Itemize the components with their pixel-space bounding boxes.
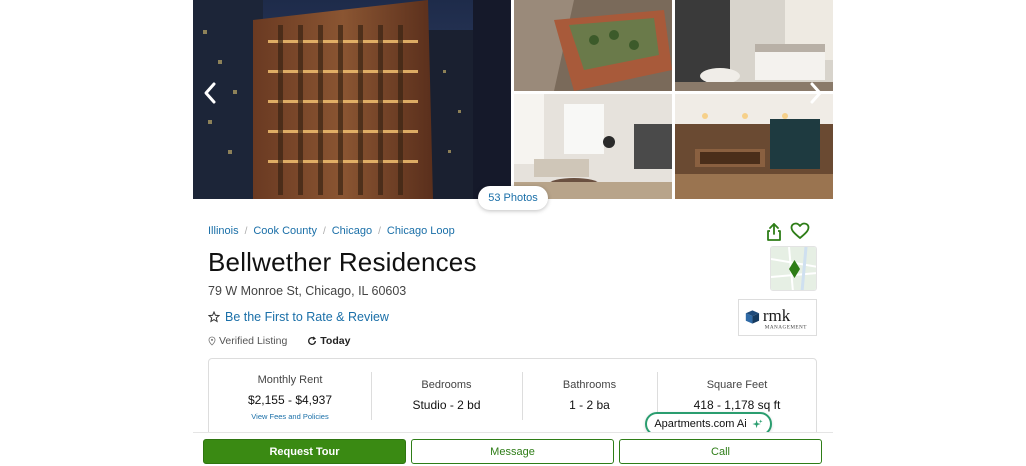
sqft-label: Square Feet — [706, 379, 768, 391]
share-icon[interactable] — [765, 222, 783, 242]
sparkle-icon — [752, 418, 763, 428]
bedrooms-label: Bedrooms — [421, 379, 472, 391]
breadcrumb-neighborhood[interactable]: Chicago Loop — [387, 225, 455, 237]
aerial-rooftop-photo[interactable] — [514, 0, 672, 91]
location-pin-icon — [208, 336, 216, 346]
photo-gallery[interactable] — [193, 0, 833, 200]
logo-subtext: MANAGEMENT — [765, 324, 808, 330]
next-photo-button[interactable] — [801, 78, 831, 108]
breadcrumb: Illinois / Cook County / Chicago / Chica… — [208, 225, 455, 237]
rent-value: $2,155 - $4,937 — [247, 393, 333, 407]
property-title: Bellwether Residences — [208, 247, 477, 277]
message-button[interactable]: Message — [411, 439, 614, 464]
bedrooms-stat: Bedrooms Studio - 2 bd — [371, 359, 522, 439]
main-building-photo[interactable] — [193, 0, 511, 199]
photo-count-button[interactable]: 53 Photos — [478, 186, 548, 210]
breadcrumb-separator: / — [322, 225, 326, 237]
favorite-heart-icon[interactable] — [790, 222, 810, 240]
breadcrumb-county[interactable]: Cook County — [253, 225, 317, 237]
breadcrumb-state[interactable]: Illinois — [208, 225, 239, 237]
chevron-right-icon — [810, 82, 822, 104]
rate-review-label: Be the First to Rate & Review — [225, 310, 389, 324]
updated-today: Today — [307, 335, 350, 347]
star-outline-icon — [208, 311, 220, 323]
map-thumbnail[interactable] — [770, 246, 817, 291]
bedrooms-value: Studio - 2 bd — [412, 398, 481, 412]
previous-photo-button[interactable] — [195, 78, 225, 108]
monthly-rent-stat: Monthly Rent $2,155 - $4,937 View Fees a… — [209, 359, 371, 439]
call-button[interactable]: Call — [619, 439, 822, 464]
map-pin-icon — [771, 247, 816, 290]
chevron-left-icon — [204, 82, 216, 104]
refresh-icon — [308, 336, 317, 345]
property-manager-logo: rmk MANAGEMENT — [738, 299, 817, 336]
game-room-photo[interactable] — [675, 94, 833, 199]
breadcrumb-separator: / — [378, 225, 381, 237]
bathrooms-stat: Bathrooms 1 - 2 ba — [522, 359, 657, 439]
rate-review-link[interactable]: Be the First to Rate & Review — [208, 310, 389, 324]
view-fees-link[interactable]: View Fees and Policies — [209, 412, 371, 421]
logo-text: rmk — [763, 306, 791, 325]
listing-status-row: Verified Listing Today — [208, 335, 350, 347]
sqft-value: 418 - 1,178 sq ft — [693, 398, 781, 412]
living-room-photo[interactable] — [514, 94, 672, 199]
verified-listing: Verified Listing — [208, 335, 287, 347]
bathrooms-label: Bathrooms — [562, 379, 617, 391]
breadcrumb-city[interactable]: Chicago — [332, 225, 372, 237]
request-tour-button[interactable]: Request Tour — [203, 439, 406, 464]
contact-action-bar: Request Tour Message Call — [193, 432, 833, 466]
bathrooms-value: 1 - 2 ba — [569, 398, 610, 412]
verified-label: Verified Listing — [219, 335, 288, 347]
updated-label: Today — [320, 335, 351, 347]
rent-label: Monthly Rent — [257, 374, 323, 386]
property-address: 79 W Monroe St, Chicago, IL 60603 — [208, 284, 407, 298]
breadcrumb-separator: / — [244, 225, 248, 237]
ai-assistant-label: Apartments.com Ai — [654, 418, 747, 430]
